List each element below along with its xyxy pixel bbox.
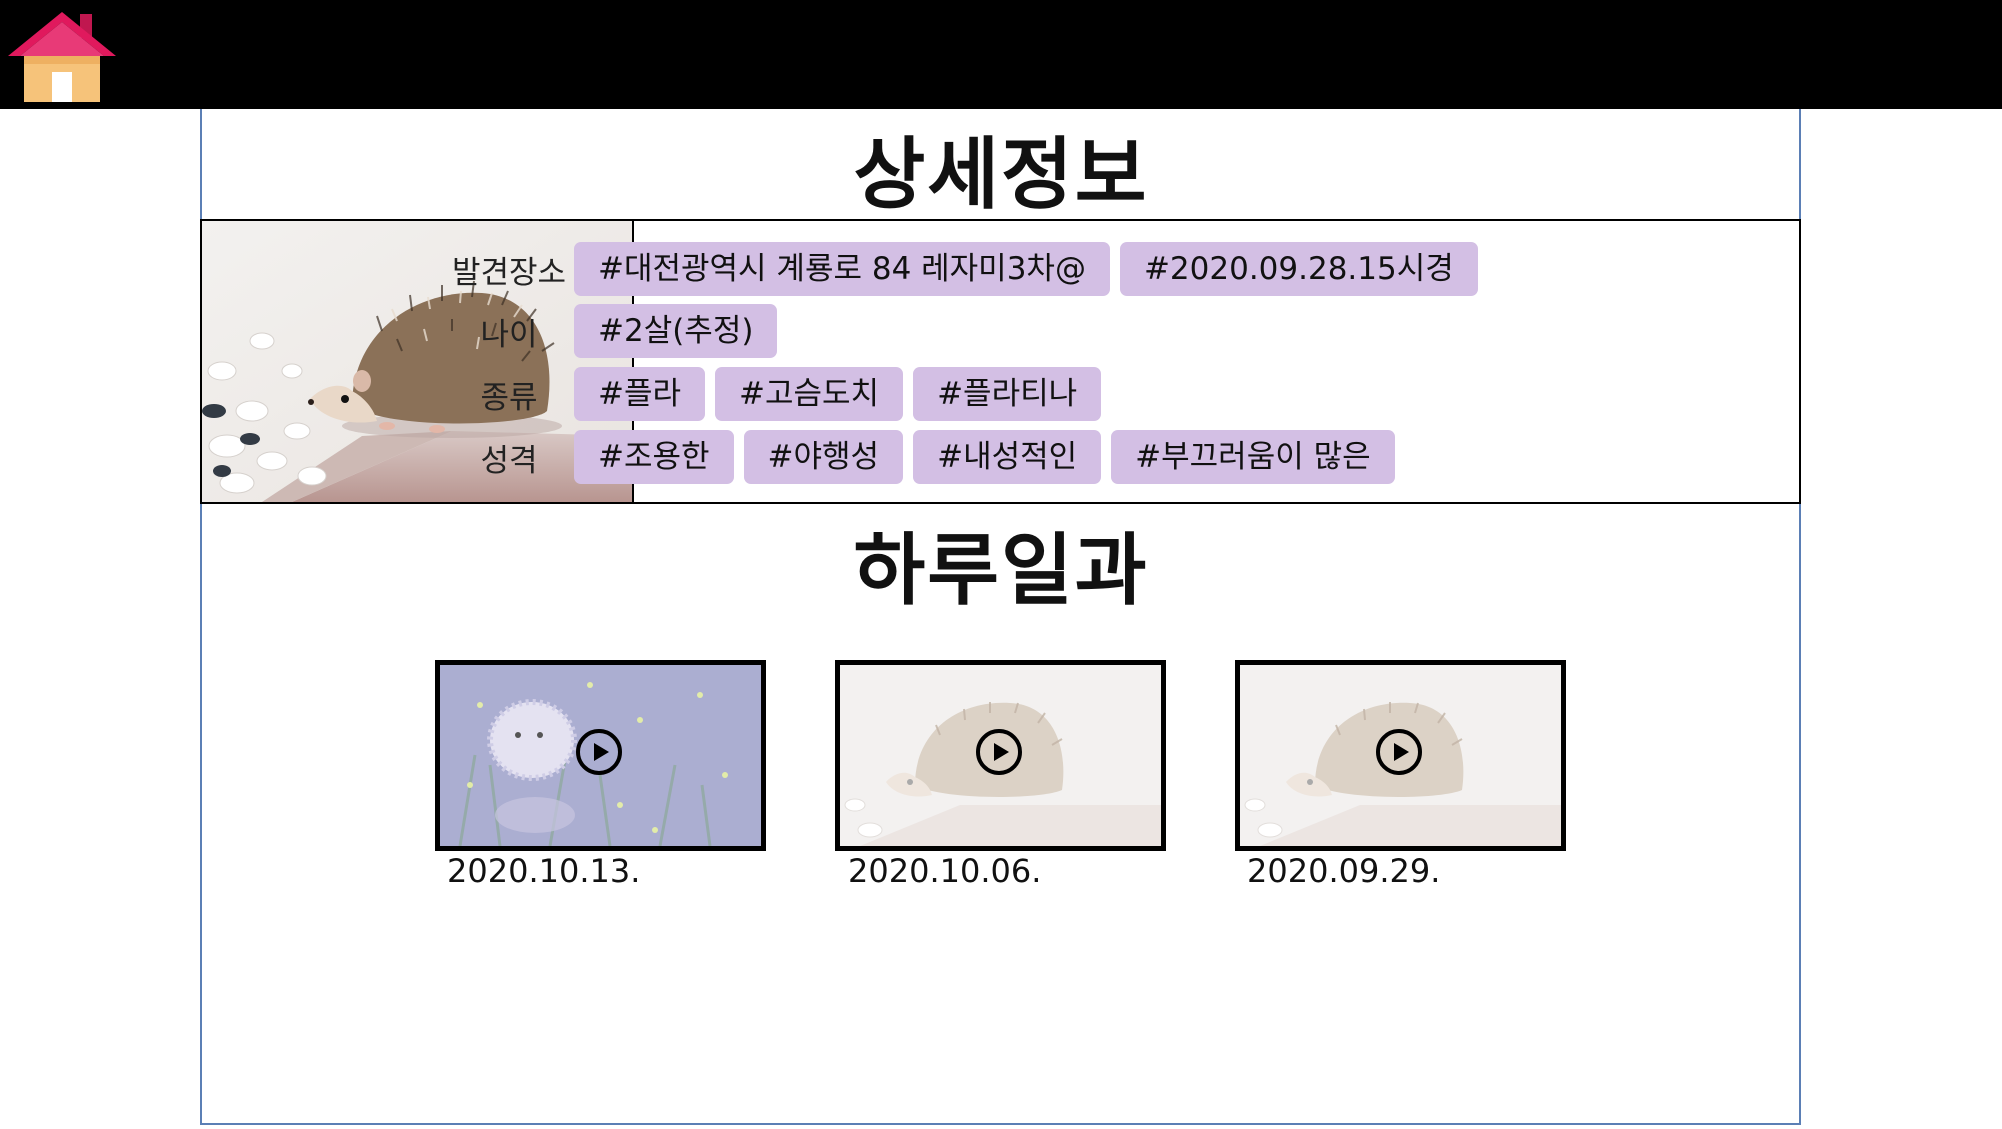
play-icon (575, 728, 622, 775)
video-thumbnail-3[interactable] (1235, 660, 1566, 851)
age-label: 나이 (480, 316, 538, 353)
video-thumbnail-2[interactable] (835, 660, 1166, 851)
tag-personality-2[interactable]: #야행성 (743, 430, 904, 484)
tag-species-3[interactable]: #플라티나 (913, 367, 1102, 421)
detail-title: 상세정보 (853, 130, 1149, 220)
home-icon[interactable] (4, 6, 120, 106)
tag-personality-4[interactable]: #부끄러움이 많은 (1111, 430, 1395, 484)
play-icon (975, 728, 1022, 775)
tag-species-2[interactable]: #고슴도치 (715, 367, 904, 421)
age-row: 나이 #2살(추정) (444, 303, 787, 359)
species-label: 종류 (480, 379, 538, 416)
personality-label: 성격 (480, 442, 538, 479)
video-date-2: 2020.10.06. (848, 852, 1042, 890)
video-date-1: 2020.10.13. (447, 852, 641, 890)
video-date-3: 2020.09.29. (1247, 852, 1441, 890)
species-row: 종류 #플라 #고슴도치 #플라티나 (444, 366, 1111, 422)
tag-age[interactable]: #2살(추정) (574, 304, 778, 358)
video-thumbnail-1[interactable] (435, 660, 766, 851)
play-icon (1375, 728, 1422, 775)
tag-found-place[interactable]: #대전광역시 계룡로 84 레자미3차@ (574, 242, 1110, 296)
tag-personality-1[interactable]: #조용한 (574, 430, 734, 484)
diary-title: 하루일과 (853, 526, 1149, 616)
top-bar (0, 0, 2002, 109)
found-place-row: 발견장소 #대전광역시 계룡로 84 레자미3차@ #2020.09.28.15… (444, 241, 1488, 297)
tag-personality-3[interactable]: #내성적인 (913, 430, 1102, 484)
found-place-label: 발견장소 (451, 254, 567, 291)
personality-row: 성격 #조용한 #야행성 #내성적인 #부끄러움이 많은 (444, 429, 1405, 485)
tag-species-1[interactable]: #플라 (574, 367, 706, 421)
tag-found-time[interactable]: #2020.09.28.15시경 (1119, 242, 1478, 296)
